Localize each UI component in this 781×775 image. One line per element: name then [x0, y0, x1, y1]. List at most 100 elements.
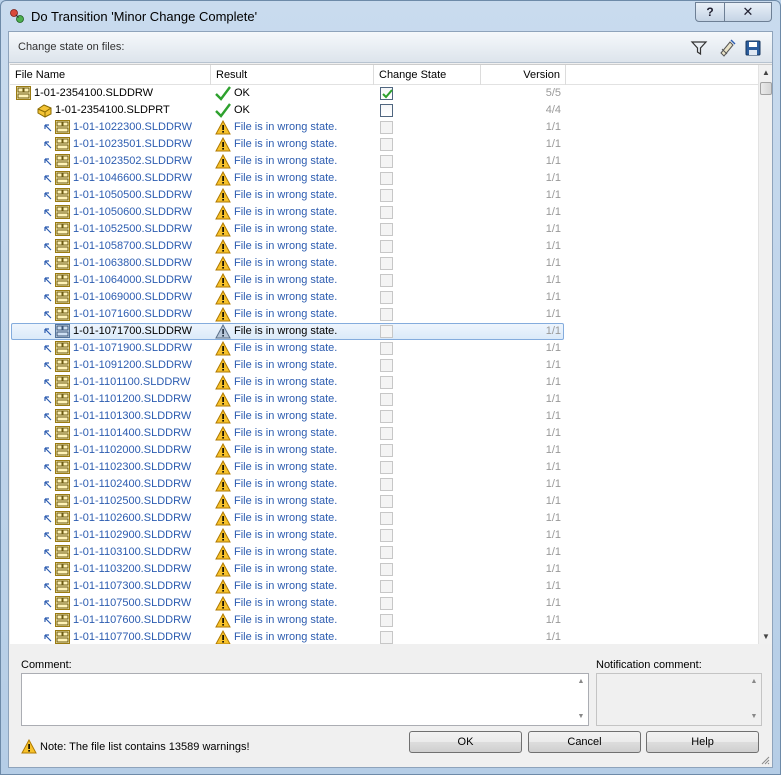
- file-row[interactable]: 1-01-1071600.SLDDRW File is in wrong stat…: [10, 306, 758, 323]
- drawing-file-icon: [55, 273, 70, 287]
- notification-scroll-down-icon: ▼: [750, 713, 758, 720]
- save-icon[interactable]: [744, 39, 762, 57]
- change-state-cell: [380, 527, 400, 544]
- change-state-cell: [380, 476, 400, 493]
- file-row[interactable]: 1-01-1091200.SLDDRW File is in wrong stat…: [10, 357, 758, 374]
- file-row[interactable]: 1-01-1107500.SLDDRW File is in wrong stat…: [10, 595, 758, 612]
- ok-button[interactable]: OK: [409, 731, 522, 753]
- help-button[interactable]: Help: [646, 731, 759, 753]
- result-text: File is in wrong state.: [234, 427, 338, 439]
- file-row[interactable]: 1-01-1102400.SLDDRW File is in wrong stat…: [10, 476, 758, 493]
- result-text: File is in wrong state.: [234, 308, 338, 320]
- file-name-cell: 1-01-1052500.SLDDRW: [10, 221, 211, 238]
- change-state-checkbox: [380, 138, 393, 151]
- file-name: 1-01-1102900.SLDDRW: [73, 529, 192, 541]
- change-state-checkbox[interactable]: [380, 104, 393, 117]
- change-state-cell: [380, 578, 400, 595]
- drawing-file-icon: [55, 222, 70, 236]
- file-name-cell: 1-01-1102900.SLDDRW: [10, 527, 211, 544]
- change-state-checkbox: [380, 376, 393, 389]
- file-row[interactable]: 1-01-1102500.SLDDRW File is in wrong stat…: [10, 493, 758, 510]
- warning-icon: [215, 323, 231, 339]
- file-row[interactable]: 1-01-1046600.SLDDRW File is in wrong stat…: [10, 170, 758, 187]
- column-header-file-name[interactable]: File Name: [10, 65, 211, 85]
- file-row[interactable]: 1-01-1102300.SLDDRW File is in wrong stat…: [10, 459, 758, 476]
- change-state-cell: [380, 170, 400, 187]
- file-list[interactable]: File Name Result Change State Version 1-…: [10, 64, 772, 644]
- result-cell: File is in wrong state.: [215, 510, 375, 527]
- change-state-cell: [380, 153, 400, 170]
- comment-scrollbar[interactable]: ▲ ▼: [575, 675, 587, 724]
- file-row[interactable]: 1-01-1102900.SLDDRW File is in wrong stat…: [10, 527, 758, 544]
- title-help-button[interactable]: ?: [695, 2, 725, 22]
- warning-hide-icon[interactable]: [718, 39, 736, 57]
- result-cell: File is in wrong state.: [215, 153, 375, 170]
- result-cell: File is in wrong state.: [215, 289, 375, 306]
- file-row[interactable]: 1-01-1101400.SLDDRW File is in wrong stat…: [10, 425, 758, 442]
- file-row[interactable]: 1-01-1064000.SLDDRW File is in wrong stat…: [10, 272, 758, 289]
- vertical-scrollbar[interactable]: ▲ ▼: [758, 65, 772, 644]
- filter-icon[interactable]: [690, 39, 708, 57]
- file-row[interactable]: 1-01-1050500.SLDDRW File is in wrong stat…: [10, 187, 758, 204]
- file-name-cell: 1-01-1101400.SLDDRW: [10, 425, 211, 442]
- file-row[interactable]: 1-01-1102600.SLDDRW File is in wrong stat…: [10, 510, 758, 527]
- drawing-file-icon: [55, 239, 70, 253]
- file-row[interactable]: 1-01-1107600.SLDDRW File is in wrong stat…: [10, 612, 758, 629]
- toolbar-label: Change state on files:: [18, 41, 125, 53]
- change-state-cell: [380, 306, 400, 323]
- warning-icon: [215, 136, 231, 152]
- file-row[interactable]: 1-01-1101200.SLDDRW File is in wrong stat…: [10, 391, 758, 408]
- change-state-cell: [380, 408, 400, 425]
- file-row[interactable]: 1-01-1071700.SLDDRW File is in wrong stat…: [10, 323, 758, 340]
- reference-arrow-icon: [44, 597, 52, 608]
- result-cell: File is in wrong state.: [215, 340, 375, 357]
- file-row[interactable]: 1-01-1023502.SLDDRW File is in wrong stat…: [10, 153, 758, 170]
- change-state-checkbox: [380, 597, 393, 610]
- file-row[interactable]: 1-01-1103200.SLDDRW File is in wrong stat…: [10, 561, 758, 578]
- change-state-checkbox: [380, 172, 393, 185]
- file-row[interactable]: 1-01-1063800.SLDDRW File is in wrong stat…: [10, 255, 758, 272]
- file-row[interactable]: 1-01-1102000.SLDDRW File is in wrong stat…: [10, 442, 758, 459]
- cancel-button[interactable]: Cancel: [528, 731, 641, 753]
- file-row[interactable]: 1-01-1069000.SLDDRW File is in wrong stat…: [10, 289, 758, 306]
- file-row[interactable]: 1-01-1050600.SLDDRW File is in wrong stat…: [10, 204, 758, 221]
- file-row[interactable]: 1-01-1058700.SLDDRW File is in wrong stat…: [10, 238, 758, 255]
- resize-grip-icon[interactable]: [760, 755, 770, 765]
- file-row[interactable]: 1-01-1052500.SLDDRW File is in wrong stat…: [10, 221, 758, 238]
- file-row[interactable]: 1-01-1071900.SLDDRW File is in wrong stat…: [10, 340, 758, 357]
- file-row[interactable]: 1-01-1022300.SLDDRW File is in wrong stat…: [10, 119, 758, 136]
- version-cell: 1/1: [545, 495, 561, 507]
- scroll-up-arrow-icon[interactable]: ▲: [759, 65, 772, 81]
- comment-textarea[interactable]: ▲ ▼: [21, 673, 589, 726]
- file-row[interactable]: 1-01-1101300.SLDDRW File is in wrong stat…: [10, 408, 758, 425]
- comment-scroll-down-icon[interactable]: ▼: [575, 712, 587, 722]
- version-cell: 1/1: [545, 291, 561, 303]
- file-row[interactable]: 1-01-2354100.SLDDRW OK 5/5: [10, 85, 758, 102]
- scroll-down-arrow-icon[interactable]: ▼: [759, 629, 772, 644]
- file-name-cell: 1-01-1023501.SLDDRW: [10, 136, 211, 153]
- title-bar[interactable]: Do Transition 'Minor Change Complete' ? …: [1, 1, 780, 31]
- change-state-cell: [380, 323, 400, 340]
- result-cell: File is in wrong state.: [215, 187, 375, 204]
- comment-scroll-up-icon[interactable]: ▲: [575, 677, 587, 687]
- column-header-change-state[interactable]: Change State: [374, 65, 481, 85]
- file-row[interactable]: 1-01-1107300.SLDDRW File is in wrong stat…: [10, 578, 758, 595]
- file-row[interactable]: 1-01-1023501.SLDDRW File is in wrong stat…: [10, 136, 758, 153]
- file-name: 1-01-1107500.SLDDRW: [73, 597, 192, 609]
- result-cell: File is in wrong state.: [215, 221, 375, 238]
- file-row[interactable]: 1-01-2354100.SLDPRT OK 4/4: [10, 102, 758, 119]
- change-state-checkbox: [380, 410, 393, 423]
- reference-arrow-icon: [44, 614, 52, 625]
- file-row[interactable]: 1-01-1101100.SLDDRW File is in wrong stat…: [10, 374, 758, 391]
- result-text: File is in wrong state.: [234, 325, 338, 337]
- column-header-version[interactable]: Version: [481, 65, 566, 85]
- column-header-result[interactable]: Result: [211, 65, 374, 85]
- scroll-thumb[interactable]: [760, 82, 772, 95]
- file-row[interactable]: 1-01-1103100.SLDDRW File is in wrong stat…: [10, 544, 758, 561]
- close-button[interactable]: ✕: [724, 2, 772, 22]
- file-row[interactable]: 1-01-1107700.SLDDRW File is in wrong stat…: [10, 629, 758, 644]
- change-state-checkbox[interactable]: [380, 87, 393, 100]
- change-state-cell: [380, 238, 400, 255]
- warning-icon: [215, 221, 231, 237]
- change-state-cell: [380, 340, 400, 357]
